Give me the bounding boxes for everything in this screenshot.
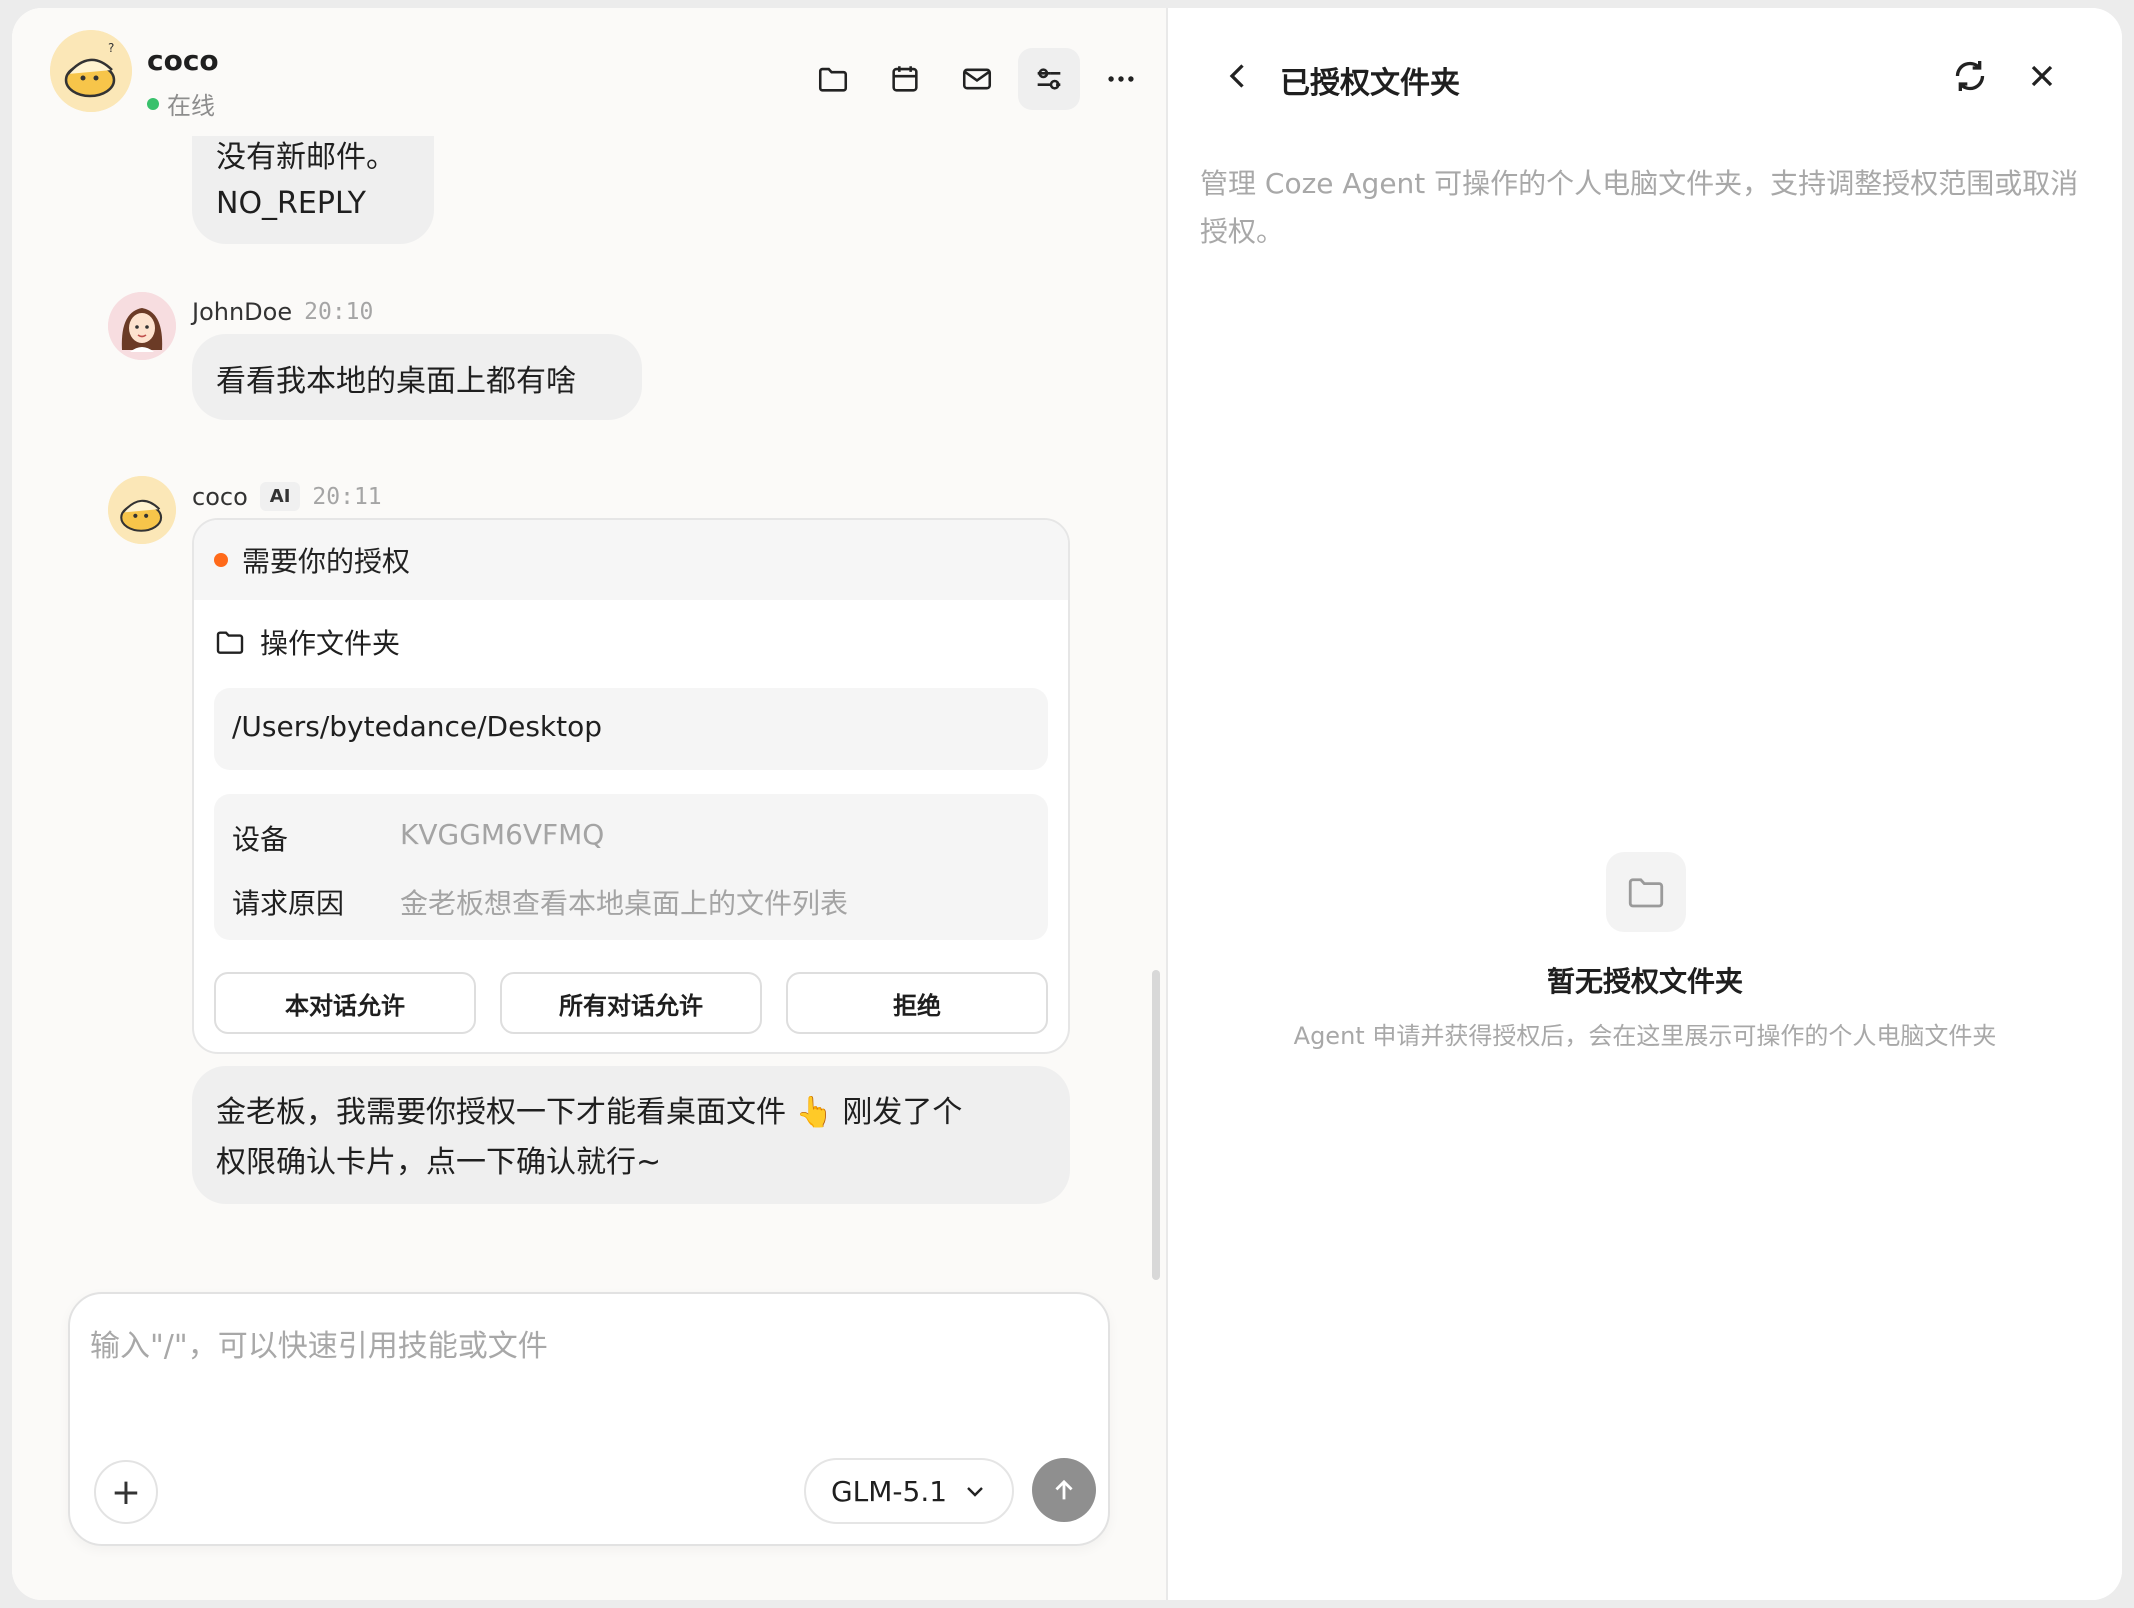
info-row-reason: 请求原因 金老板想查看本地桌面上的文件列表 — [232, 882, 848, 922]
allow-all-chats-button[interactable]: 所有对话允许 — [500, 972, 762, 1034]
user-avatar-image — [108, 292, 176, 360]
info-key: 设备 — [232, 823, 289, 856]
folder-icon — [216, 631, 244, 654]
empty-state-subtitle: Agent 申请并获得授权后，会在这里展示可操作的个人电脑文件夹 — [1293, 1022, 1997, 1050]
card-operation: 操作文件夹 — [194, 600, 1068, 684]
more-button[interactable] — [1090, 48, 1152, 110]
refresh-icon[interactable] — [1950, 56, 1990, 96]
authorization-button[interactable] — [1018, 48, 1080, 110]
online-dot — [147, 97, 159, 110]
send-button[interactable] — [1032, 1458, 1096, 1522]
operation-label: 操作文件夹 — [260, 627, 401, 660]
sender-name: JohnDoe — [192, 298, 293, 326]
settings-sliders-icon — [1037, 68, 1061, 90]
message-text: NO_REPLY — [216, 186, 366, 221]
folder-icon — [818, 67, 848, 92]
more-icon — [1108, 76, 1134, 82]
model-selector[interactable]: GLM-5.1 — [804, 1458, 1014, 1524]
folder-button[interactable] — [802, 48, 864, 110]
calendar-button[interactable] — [874, 48, 936, 110]
chevron-down-icon — [967, 1487, 983, 1497]
message-text-line: 权限确认卡片，点一下确认就行~ — [216, 1145, 662, 1180]
info-value: KVGGM6VFMQ — [400, 818, 605, 851]
user-avatar[interactable] — [108, 292, 176, 360]
status-text: 在线 — [167, 92, 215, 120]
folder-icon — [1628, 878, 1664, 908]
card-title: 需要你的授权 — [242, 545, 411, 578]
bot-avatar-image: ? — [50, 30, 132, 112]
ai-badge: AI — [259, 482, 301, 511]
model-name: GLM-5.1 — [830, 1474, 948, 1508]
allow-this-chat-button[interactable]: 本对话允许 — [214, 972, 476, 1034]
mail-icon — [962, 68, 992, 90]
message-bubble: 金老板，我需要你授权一下才能看桌面文件 👆 刚发了个 权限确认卡片，点一下确认就… — [192, 1066, 1070, 1204]
chat-panel: 没有新邮件。 NO_REPLY ? coco 在线 JohnDoe 20:10 … — [12, 8, 1166, 1600]
card-header: 需要你的授权 — [194, 520, 1068, 600]
status-line: 在线 — [147, 86, 215, 121]
message-time: 20:11 — [312, 483, 382, 510]
chat-title: coco — [147, 44, 219, 77]
message-meta: JohnDoe 20:10 — [192, 298, 373, 326]
message-input[interactable] — [90, 1316, 1070, 1376]
close-icon[interactable] — [2024, 58, 2060, 94]
request-info: 设备 KVGGM6VFMQ 请求原因 金老板想查看本地桌面上的文件列表 — [214, 794, 1048, 940]
bot-avatar[interactable]: ? — [50, 30, 132, 112]
reject-button[interactable]: 拒绝 — [786, 972, 1048, 1034]
message-text-partial: 没有新邮件。 — [216, 140, 396, 175]
header-toolbar — [802, 48, 1162, 110]
info-value: 金老板想查看本地桌面上的文件列表 — [400, 887, 849, 920]
authorized-folders-panel: 已授权文件夹 管理 Coze Agent 可操作的个人电脑文件夹，支持调整授权范… — [1168, 8, 2122, 1600]
message-text-line: 金老板，我需要你授权一下才能看桌面文件 👆 刚发了个 — [216, 1095, 963, 1130]
info-key: 请求原因 — [232, 887, 345, 920]
message-time: 20:10 — [304, 299, 374, 325]
app-window: 没有新邮件。 NO_REPLY ? coco 在线 JohnDoe 20:10 … — [12, 8, 2122, 1600]
info-row-device: 设备 KVGGM6VFMQ — [232, 818, 604, 858]
arrow-up-icon — [1055, 1479, 1073, 1500]
bot-avatar-image — [108, 476, 176, 544]
folder-path: /Users/bytedance/Desktop — [214, 688, 1048, 770]
panel-title: 已授权文件夹 — [1280, 66, 1460, 101]
add-attachment-button[interactable]: + — [94, 1460, 158, 1524]
chat-scrollbar[interactable] — [1152, 970, 1160, 1280]
composer: + GLM-5.1 — [68, 1292, 1110, 1546]
plus-icon: + — [110, 1471, 142, 1513]
sender-name: coco — [192, 482, 248, 511]
message-meta: coco AI 20:11 — [192, 482, 382, 511]
svg-text:?: ? — [108, 41, 114, 55]
chat-header: ? coco 在线 — [12, 8, 1166, 136]
empty-state-title: 暂无授权文件夹 — [1546, 965, 1743, 998]
calendar-icon — [892, 66, 918, 92]
authorization-card: 需要你的授权 操作文件夹 /Users/bytedance/Desktop 设备… — [192, 518, 1070, 1054]
message-text: 看看我本地的桌面上都有啥 — [216, 364, 576, 399]
pending-dot — [214, 553, 228, 567]
bot-avatar[interactable] — [108, 476, 176, 544]
back-icon[interactable] — [1220, 58, 1256, 94]
message-bubble: 看看我本地的桌面上都有啥 — [192, 334, 642, 420]
mail-button[interactable] — [946, 48, 1008, 110]
empty-state-icon-box — [1606, 852, 1686, 932]
panel-description: 管理 Coze Agent 可操作的个人电脑文件夹，支持调整授权范围或取消授权。 — [1200, 167, 2079, 248]
